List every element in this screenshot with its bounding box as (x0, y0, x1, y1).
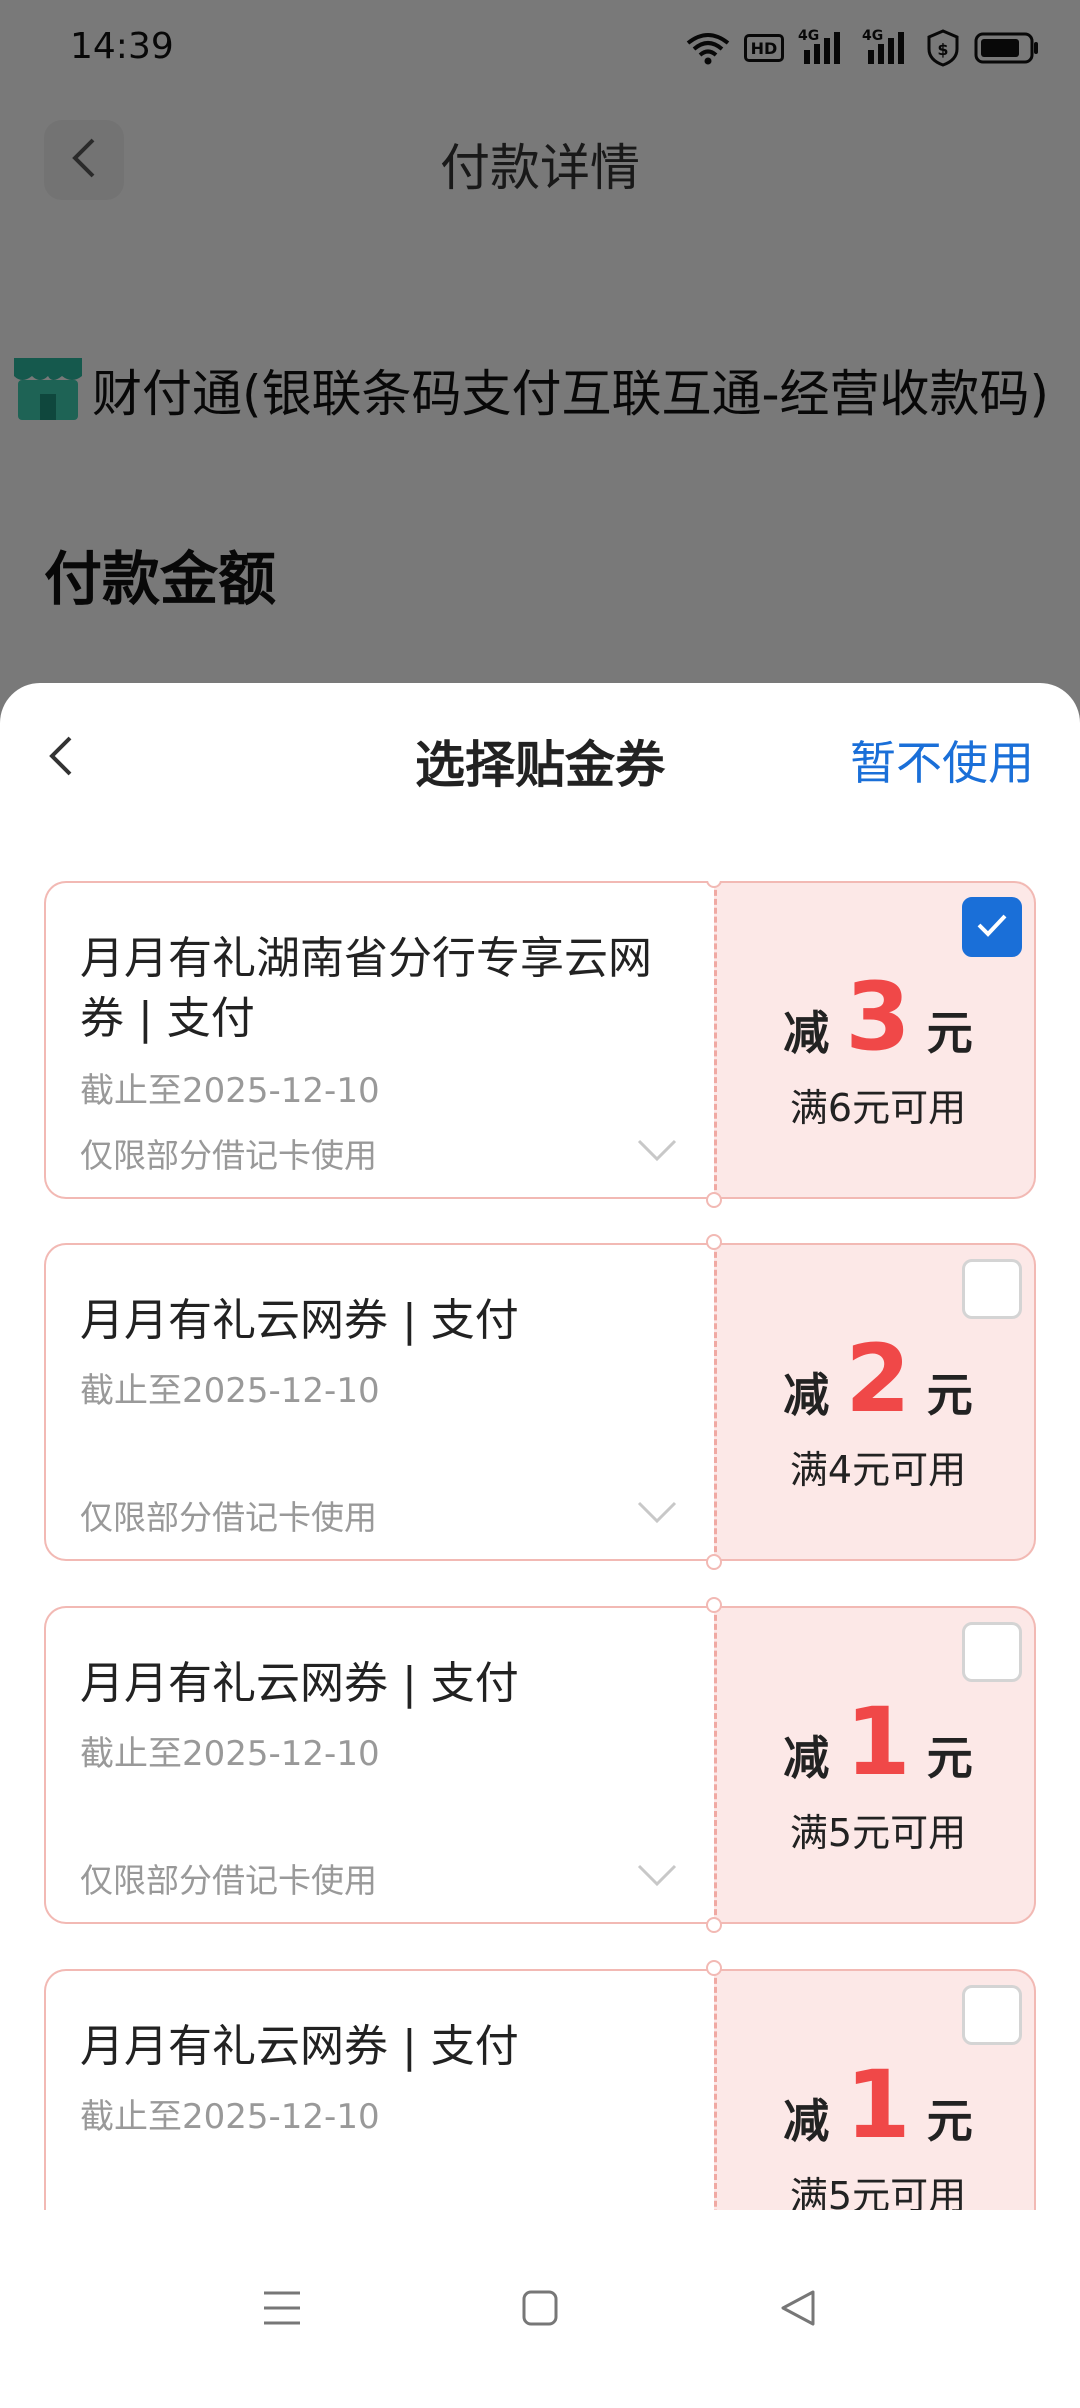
coupon-expire: 截止至2025-12-10 (80, 1734, 380, 1774)
coupon-checkbox[interactable] (962, 1622, 1022, 1682)
coupon-restriction: 仅限部分借记卡使用 (80, 1136, 377, 1175)
chevron-down-icon[interactable] (636, 1862, 678, 1892)
coupon-title: 月月有礼湖南省分行专享云网券 | 支付 (80, 933, 652, 1044)
coupon-title: 月月有礼云网券 | 支付 (80, 1295, 519, 1346)
coupon-expire: 截止至2025-12-10 (80, 1371, 380, 1411)
coupon-list[interactable]: 月月有礼湖南省分行专享云网券 | 支付 截止至2025-12-10 仅限部分借记… (0, 881, 1080, 2211)
amount-prefix: 减 (783, 1368, 830, 1422)
coupon-amount: 减1元 (717, 1688, 1039, 1797)
coupon-value-panel: 减2元 满4元可用 (714, 1243, 1036, 1561)
home-button[interactable] (510, 2280, 570, 2340)
coupon-title: 月月有礼云网券 | 支付 (80, 2021, 519, 2072)
coupon-notch (706, 1192, 722, 1208)
coupon-info: 月月有礼云网券 | 支付 截止至2025-12-10 仅限部分借记卡使用 (44, 1606, 714, 1924)
coupon-notch (706, 1554, 722, 1570)
amount-unit: 元 (926, 1006, 973, 1060)
amount-value: 3 (845, 963, 911, 1072)
coupon-info: 月月有礼云网券 | 支付 截止至2025-12-10 (44, 1969, 714, 2211)
back-triangle-icon (779, 2288, 817, 2332)
checkmark-icon (975, 912, 1009, 942)
coupon-info: 月月有礼湖南省分行专享云网券 | 支付 截止至2025-12-10 仅限部分借记… (44, 881, 714, 1199)
amount-value: 1 (845, 2051, 911, 2160)
coupon-amount: 减3元 (717, 963, 1039, 1072)
coupon-notch (706, 1234, 722, 1250)
coupon-value-panel: 减1元 满5元可用 (714, 1969, 1036, 2211)
coupon-checkbox[interactable] (962, 897, 1022, 957)
coupon-condition: 满6元可用 (789, 1086, 967, 1130)
coupon-card[interactable]: 月月有礼云网券 | 支付 截止至2025-12-10 仅限部分借记卡使用 减1元… (44, 1597, 1036, 1933)
coupon-info: 月月有礼云网券 | 支付 截止至2025-12-10 仅限部分借记卡使用 (44, 1243, 714, 1561)
navigation-bar (0, 2210, 1080, 2408)
amount-value: 2 (845, 1325, 911, 1434)
coupon-condition: 满5元可用 (789, 2174, 967, 2211)
amount-prefix: 减 (783, 2094, 830, 2148)
coupon-sheet: 选择贴金券 暂不使用 月月有礼湖南省分行专享云网券 | 支付 截止至2025-1… (0, 683, 1080, 2408)
coupon-notch (706, 1917, 722, 1933)
coupon-value-panel: 减3元 满6元可用 (714, 881, 1036, 1199)
sheet-header: 选择贴金券 暂不使用 (0, 683, 1080, 833)
amount-unit: 元 (926, 1368, 973, 1422)
back-nav-button[interactable] (768, 2280, 828, 2340)
coupon-condition: 满5元可用 (789, 1811, 967, 1855)
menu-icon (262, 2289, 302, 2331)
coupon-restriction: 仅限部分借记卡使用 (80, 1861, 377, 1900)
amount-unit: 元 (926, 2094, 973, 2148)
coupon-checkbox[interactable] (962, 1259, 1022, 1319)
menu-button[interactable] (252, 2280, 312, 2340)
coupon-expire: 截止至2025-12-10 (80, 2097, 380, 2137)
amount-unit: 元 (926, 1731, 973, 1785)
coupon-notch (706, 1960, 722, 1976)
coupon-card[interactable]: 月月有礼湖南省分行专享云网券 | 支付 截止至2025-12-10 仅限部分借记… (44, 881, 1036, 1208)
coupon-amount: 减2元 (717, 1325, 1039, 1434)
coupon-amount: 减1元 (717, 2051, 1039, 2160)
skip-button[interactable]: 暂不使用 (850, 727, 1034, 793)
coupon-value-panel: 减1元 满5元可用 (714, 1606, 1036, 1924)
chevron-down-icon[interactable] (636, 1137, 678, 1167)
coupon-checkbox[interactable] (962, 1985, 1022, 2045)
coupon-title: 月月有礼云网券 | 支付 (80, 1658, 519, 1709)
coupon-restriction: 仅限部分借记卡使用 (80, 1498, 377, 1537)
coupon-expire: 截止至2025-12-10 (80, 1071, 380, 1111)
coupon-card[interactable]: 月月有礼云网券 | 支付 截止至2025-12-10 仅限部分借记卡使用 减2元… (44, 1234, 1036, 1570)
amount-prefix: 减 (783, 1006, 830, 1060)
amount-value: 1 (845, 1688, 911, 1797)
home-square-icon (521, 2289, 559, 2331)
coupon-notch (706, 1597, 722, 1613)
chevron-down-icon[interactable] (636, 1499, 678, 1529)
coupon-card[interactable]: 月月有礼云网券 | 支付 截止至2025-12-10 减1元 满5元可用 (44, 1960, 1036, 2211)
amount-prefix: 减 (783, 1731, 830, 1785)
coupon-condition: 满4元可用 (789, 1448, 967, 1492)
